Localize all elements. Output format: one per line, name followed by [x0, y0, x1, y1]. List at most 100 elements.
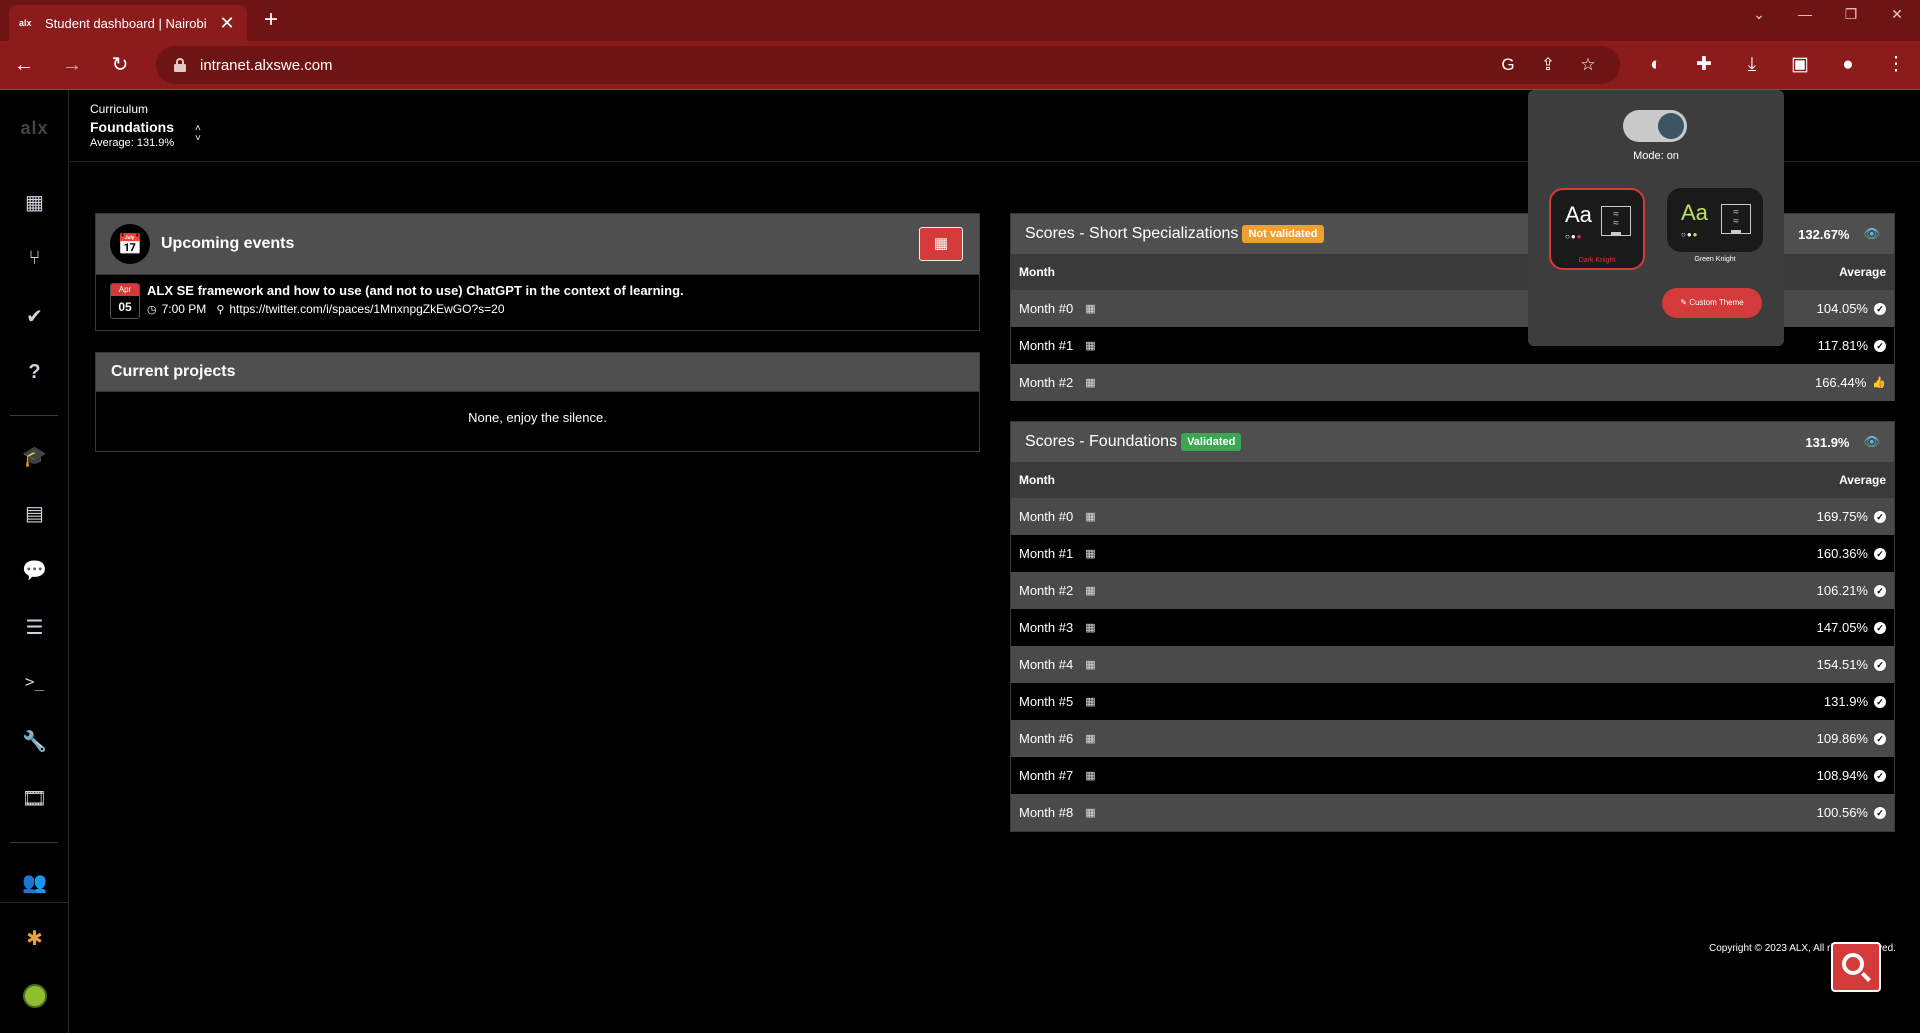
check-circle-icon: ✓ [1874, 695, 1886, 708]
upcoming-events-panel: 📅 Upcoming events ▦ Apr 05 ALX SE framew… [95, 213, 980, 331]
eye-icon[interactable]: 👁 [1863, 226, 1880, 242]
panel-title: Upcoming events [161, 235, 295, 252]
table-header: Month Average [1011, 462, 1894, 498]
curriculum-title[interactable]: Foundations [90, 119, 174, 135]
clock-icon: ◷ [147, 303, 157, 316]
google-icon[interactable]: G [1488, 55, 1528, 75]
calendar-button[interactable]: ▦ [919, 227, 963, 261]
calendar-icon[interactable]: ▦ [1085, 621, 1095, 634]
score-total: 132.67% [1798, 226, 1850, 242]
event-item[interactable]: Apr 05 ALX SE framework and how to use (… [96, 275, 979, 327]
check-circle-icon: ✓ [1874, 547, 1886, 560]
calendar-icon[interactable]: ▦ [1085, 339, 1095, 352]
lock-icon[interactable] [174, 58, 186, 72]
group-icon[interactable]: 👥 [0, 870, 69, 895]
foundations-scores: Scores - Foundations Validated 131.9% 👁 … [1010, 421, 1895, 832]
check-circle-icon: ✓ [1874, 769, 1886, 782]
download-icon[interactable]: ⤓ [1728, 51, 1776, 79]
sidebar-divider [10, 415, 58, 416]
minimize-button[interactable]: — [1782, 0, 1828, 28]
dots-icon: ○●● [1681, 230, 1699, 239]
document-icon[interactable]: ▤ [0, 501, 69, 526]
empty-message: None, enjoy the silence. [468, 410, 607, 425]
browser-tab[interactable]: alx Student dashboard | Nairobi Intranet… [9, 5, 247, 41]
table-row[interactable]: Month #2 ▦ 166.44% 👍 [1011, 364, 1894, 401]
check-icon[interactable]: ✔ [0, 304, 69, 329]
custom-theme-button[interactable]: ✎ Custom Theme [1662, 288, 1762, 318]
menu-icon[interactable]: ⋮ [1872, 51, 1920, 79]
share-icon[interactable]: ⇪ [1528, 55, 1568, 75]
back-button[interactable]: ← [10, 51, 38, 79]
tab-search-icon[interactable]: ⌄ [1736, 0, 1782, 28]
restore-button[interactable]: ❐ [1828, 0, 1874, 28]
git-branch-icon[interactable]: ⑂ [0, 247, 69, 270]
film-icon[interactable]: 🎞 [0, 786, 69, 811]
calendar-icon[interactable]: ▦ [0, 190, 69, 215]
theme-green-knight[interactable]: Aa ≈ ≈ ▬ ○●● [1667, 188, 1763, 252]
close-window-button[interactable]: ✕ [1874, 0, 1920, 28]
calendar-icon[interactable]: ▦ [1085, 769, 1095, 782]
table-row[interactable]: Month #2 ▦ 106.21% ✓ [1011, 572, 1894, 609]
mode-toggle[interactable] [1623, 110, 1687, 142]
calendar-icon[interactable]: ▦ [1085, 695, 1095, 708]
curriculum-average: Average: 131.9% [90, 137, 175, 149]
avatar[interactable] [23, 984, 47, 1008]
servers-icon[interactable]: ☰ [0, 615, 69, 640]
dark-mode-popup: Mode: on Aa ≈ ≈ ▬ ○●● Dark Knight Aa ≈ ≈ ▬ ○… [1528, 90, 1784, 346]
check-circle-icon: ✓ [1874, 302, 1886, 315]
panel-title: Scores - Foundations [1025, 433, 1178, 450]
calendar-icon[interactable]: ▦ [1085, 302, 1095, 315]
sidebar: alx ▦ ⑂ ✔ ? 🎓 ▤ 💬 ☰ >_ 🔧 🎞 👥 ✱ [0, 90, 69, 1033]
alx-logo[interactable]: alx [0, 118, 69, 139]
help-icon[interactable]: ? [0, 361, 69, 384]
new-tab-button[interactable]: + [258, 8, 284, 32]
check-circle-icon: ✓ [1874, 584, 1886, 597]
address-bar[interactable]: intranet.alxswe.com G ⇪ ☆ [156, 46, 1620, 84]
score-total: 131.9% [1805, 434, 1850, 450]
close-tab-icon[interactable]: ✕ [217, 14, 237, 32]
sidebar-divider [10, 842, 58, 843]
search-button[interactable] [1831, 942, 1881, 992]
sidepanel-icon[interactable]: ▣ [1776, 51, 1824, 79]
star-icon[interactable]: ☆ [1568, 55, 1608, 75]
calendar-icon[interactable]: ▦ [1085, 510, 1095, 523]
dark-mode-icon[interactable]: ◐ [1632, 51, 1680, 79]
tab-title: Student dashboard | Nairobi Intranet [45, 15, 209, 31]
theme-dark-knight[interactable]: Aa ≈ ≈ ▬ ○●● Dark Knight [1549, 188, 1645, 270]
curriculum-switch-icon[interactable]: ˄ ˅ [195, 124, 201, 144]
browser-toolbar: ← → ↻ intranet.alxswe.com G ⇪ ☆ ◐ ✚ ⤓ ▣ … [0, 41, 1920, 89]
url-text[interactable]: intranet.alxswe.com [200, 57, 333, 74]
calendar-icon[interactable]: ▦ [1085, 376, 1095, 389]
calendar-icon: 📅 [110, 224, 150, 264]
graduation-icon[interactable]: 🎓 [0, 444, 69, 469]
chat-icon[interactable]: 💬 [0, 558, 69, 583]
table-row[interactable]: Month #1 ▦ 160.36% ✓ [1011, 535, 1894, 572]
reload-button[interactable]: ↻ [106, 51, 134, 79]
extensions-icon[interactable]: ✚ [1680, 51, 1728, 79]
table-row[interactable]: Month #7 ▦ 108.94% ✓ [1011, 757, 1894, 794]
terminal-icon[interactable]: >_ [0, 672, 69, 691]
eye-icon[interactable]: 👁 [1863, 434, 1880, 450]
profile-icon[interactable]: ● [1824, 51, 1872, 79]
check-circle-icon: ✓ [1874, 339, 1886, 352]
table-row[interactable]: Month #3 ▦ 147.05% ✓ [1011, 609, 1894, 646]
calendar-icon[interactable]: ▦ [1085, 584, 1095, 597]
search-icon [1842, 953, 1864, 975]
calendar-icon[interactable]: ▦ [1085, 658, 1095, 671]
browser-titlebar: alx Student dashboard | Nairobi Intranet… [0, 0, 1920, 41]
panel-title: Current projects [111, 363, 236, 380]
table-row[interactable]: Month #4 ▦ 154.51% ✓ [1011, 646, 1894, 683]
table-row[interactable]: Month #8 ▦ 100.56% ✓ [1011, 794, 1894, 831]
table-row[interactable]: Month #5 ▦ 131.9% ✓ [1011, 683, 1894, 720]
event-title[interactable]: ALX SE framework and how to use (and not… [147, 283, 684, 298]
table-row[interactable]: Month #6 ▦ 109.86% ✓ [1011, 720, 1894, 757]
calendar-icon[interactable]: ▦ [1085, 547, 1095, 560]
event-location[interactable]: https://twitter.com/i/spaces/1MnxnpgZkEw… [229, 302, 504, 316]
table-row[interactable]: Month #0 ▦ 169.75% ✓ [1011, 498, 1894, 535]
slack-icon[interactable]: ✱ [0, 926, 69, 951]
forward-button[interactable]: → [58, 51, 86, 79]
calendar-icon[interactable]: ▦ [1085, 806, 1095, 819]
calendar-icon[interactable]: ▦ [1085, 732, 1095, 745]
preview-icon: ≈ ≈ ▬ [1601, 206, 1631, 238]
wrench-icon[interactable]: 🔧 [0, 729, 69, 754]
